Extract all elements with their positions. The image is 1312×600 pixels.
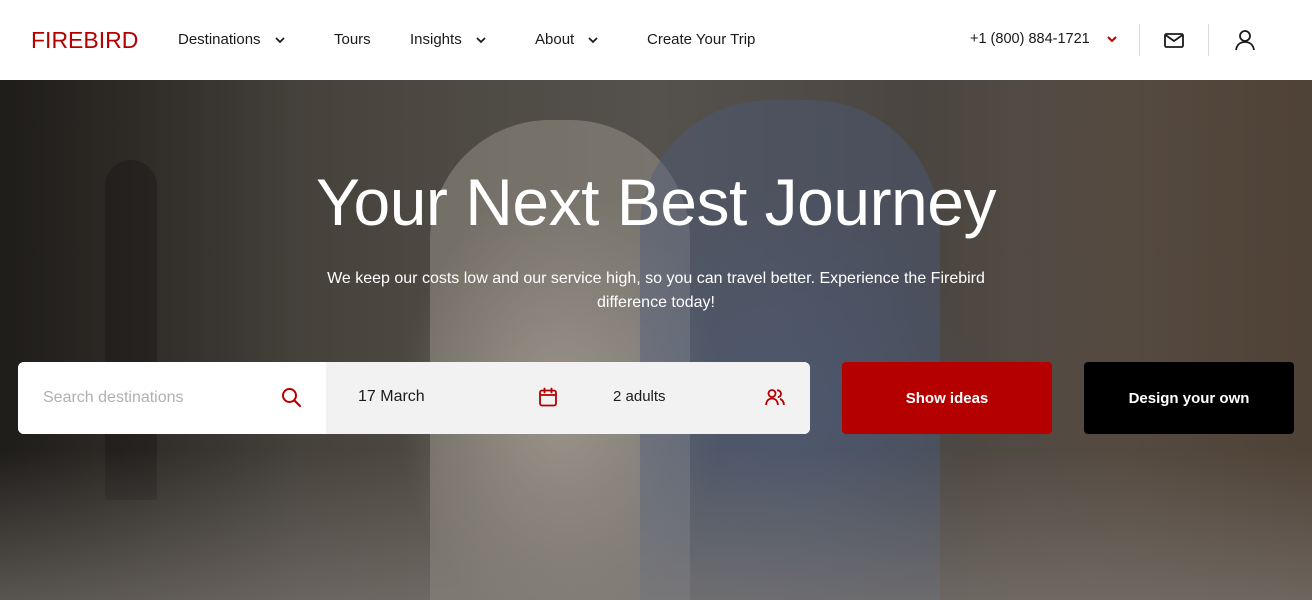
site-header: FIREBIRD Destinations Tours Insights Abo… xyxy=(0,0,1312,80)
chevron-down-icon xyxy=(588,36,598,43)
travelers-value: 2 adults xyxy=(613,388,666,405)
nav-tours[interactable]: Tours xyxy=(334,31,371,48)
users-icon xyxy=(765,389,785,406)
nav-insights-label: Insights xyxy=(410,31,462,48)
header-divider xyxy=(1208,24,1209,56)
date-picker-field[interactable]: 17 March xyxy=(326,362,581,434)
design-your-own-button[interactable]: Design your own xyxy=(1084,362,1294,434)
chevron-down-icon xyxy=(1107,36,1117,43)
mail-icon[interactable] xyxy=(1161,27,1187,53)
nav-tours-label: Tours xyxy=(334,31,371,48)
nav-create-trip-label: Create Your Trip xyxy=(647,31,756,48)
destination-search-field[interactable] xyxy=(18,362,326,434)
chevron-down-icon xyxy=(476,36,486,43)
nav-insights[interactable]: Insights xyxy=(410,31,488,48)
hero-image-ground xyxy=(0,450,1312,600)
firebird-logo[interactable]: FIREBIRD xyxy=(31,27,138,54)
nav-destinations-label: Destinations xyxy=(178,31,261,48)
nav-create-trip[interactable]: Create Your Trip xyxy=(647,31,755,48)
search-input[interactable] xyxy=(43,386,273,410)
hero-subtitle: We keep our costs low and our service hi… xyxy=(327,270,985,311)
travelers-field[interactable]: 2 adults xyxy=(581,362,810,434)
nav-about-label: About xyxy=(535,31,575,48)
chevron-down-icon xyxy=(274,36,285,43)
show-ideas-button[interactable]: Show ideas xyxy=(842,362,1052,434)
hero-title: Your Next Best Journey xyxy=(316,165,996,239)
calendar-icon xyxy=(539,387,557,407)
hero-section: Your Next Best Journey We keep our costs… xyxy=(0,80,1312,600)
nav-destinations[interactable]: Destinations xyxy=(178,31,287,48)
phone-number: +1 (800) 884-1721 xyxy=(970,31,1090,47)
phone-dropdown[interactable]: +1 (800) 884-1721 xyxy=(970,31,1119,47)
header-divider xyxy=(1139,24,1140,56)
user-icon[interactable] xyxy=(1232,27,1258,53)
date-value: 17 March xyxy=(358,388,425,405)
search-icon[interactable] xyxy=(280,386,302,408)
nav-about[interactable]: About xyxy=(535,31,600,48)
trip-search-bar: 17 March 2 adults xyxy=(18,362,810,434)
